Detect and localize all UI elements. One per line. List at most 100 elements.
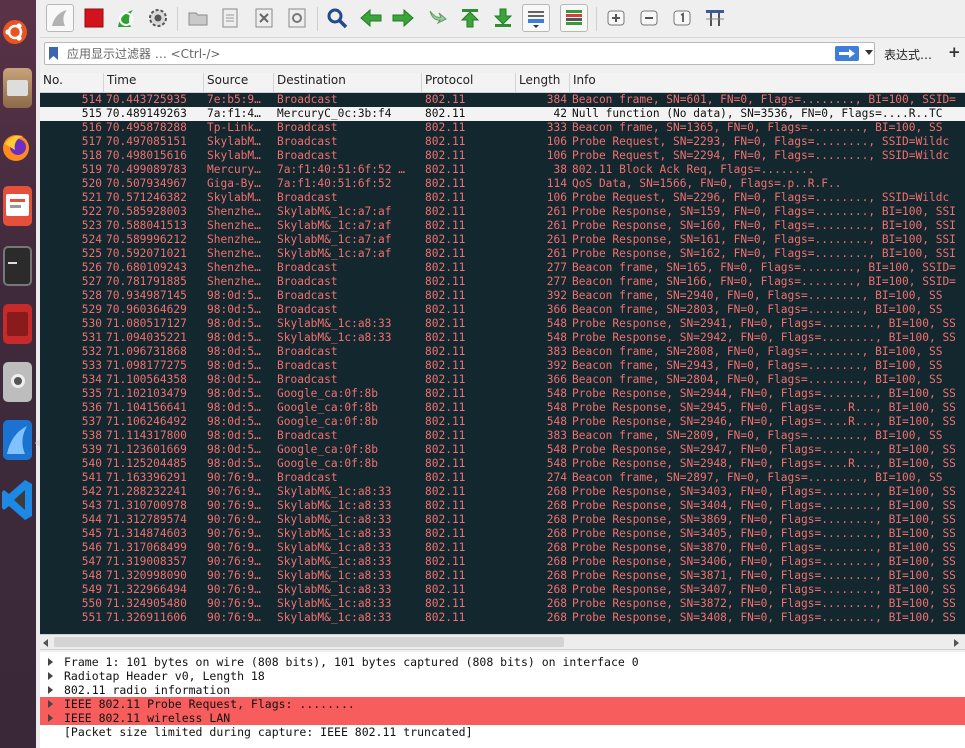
gear-icon[interactable]	[144, 4, 172, 32]
packet-row[interactable]: 523 70.588041513 Shenzhe… SkylabM&_1c:a7:af…	[40, 219, 965, 233]
packet-row[interactable]: 520 70.507934967 Giga-By… 7a:f1:40:51:6f:52…	[40, 177, 965, 191]
go-first-icon[interactable]	[456, 4, 484, 32]
zoom-in-icon[interactable]	[602, 4, 630, 32]
packet-row[interactable]: 546 71.317068499 90:76:9… SkylabM&_1c:a8:33…	[40, 541, 965, 555]
packet-row[interactable]: 547 71.319008357 90:76:9… SkylabM&_1c:a8:33…	[40, 555, 965, 569]
firefox-icon[interactable]	[1, 120, 34, 172]
packet-row[interactable]: 525 70.592071021 Shenzhe… SkylabM&_1c:a7:af…	[40, 247, 965, 261]
folder-open-icon[interactable]	[184, 4, 212, 32]
display-filter-input[interactable]	[67, 43, 827, 64]
cell-source: Shenzhe…	[207, 205, 261, 218]
column-header-source[interactable]: Source	[204, 73, 274, 93]
normal-size-icon[interactable]	[668, 4, 696, 32]
zoom-out-icon[interactable]	[635, 4, 663, 32]
packet-row[interactable]: 533 71.098177275 98:0d:5… Broadcast 802.11 39…	[40, 359, 965, 373]
packet-list[interactable]: No. Time Source Destination Protocol Len…	[40, 73, 965, 634]
expression-button[interactable]: 表达式…	[884, 46, 932, 63]
detail-tree-item[interactable]: Radiotap Header v0, Length 18	[40, 669, 965, 683]
wireshark-icon[interactable]	[1, 414, 34, 466]
packet-row[interactable]: 514 70.443725935 7e:b5:9… Broadcast 802.11 38…	[40, 93, 965, 107]
detail-tree-item[interactable]: 802.11 radio information	[40, 683, 965, 697]
packet-row[interactable]: 522 70.585928003 Shenzhe… SkylabM&_1c:a7:af…	[40, 205, 965, 219]
packet-row[interactable]: 521 70.571246382 SkylabM… Broadcast 802.11 10…	[40, 191, 965, 205]
auto-scroll-icon[interactable]	[522, 4, 550, 32]
packet-row[interactable]: 526 70.680109243 Shenzhe… Broadcast 802.11 27…	[40, 261, 965, 275]
packet-row[interactable]: 516 70.495878288 Tp-Link… Broadcast 802.11 33…	[40, 121, 965, 135]
app-icon[interactable]	[1, 298, 34, 350]
detail-tree-item[interactable]: Frame 1: 101 bytes on wire (808 bits), 1…	[40, 655, 965, 669]
camera-icon[interactable]	[1, 356, 34, 408]
column-header-protocol[interactable]: Protocol	[422, 73, 516, 93]
packet-row[interactable]: 540 71.125204485 98:0d:5… Google_ca:0f:8b 80…	[40, 457, 965, 471]
scroll-right-icon[interactable]	[954, 639, 959, 647]
packet-row[interactable]: 550 71.324905480 90:76:9… SkylabM&_1c:a8:33…	[40, 597, 965, 611]
packet-row[interactable]: 519 70.499089783 Mercury… 7a:f1:40:51:6f:52…	[40, 163, 965, 177]
chevron-down-icon[interactable]	[865, 50, 873, 55]
go-last-icon[interactable]	[489, 4, 517, 32]
packet-row[interactable]: 542 71.288232241 90:76:9… SkylabM&_1c:a8:33…	[40, 485, 965, 499]
packet-row[interactable]: 530 71.080517127 98:0d:5… SkylabM&_1c:a8:33…	[40, 317, 965, 331]
packet-row[interactable]: 534 71.100564358 98:0d:5… Broadcast 802.11 36…	[40, 373, 965, 387]
packet-row[interactable]: 543 71.310700978 90:76:9… SkylabM&_1c:a8:33…	[40, 499, 965, 513]
restart-capture-icon[interactable]	[112, 4, 140, 32]
packet-row[interactable]: 544 71.312789574 90:76:9… SkylabM&_1c:a8:33…	[40, 513, 965, 527]
expand-arrow-icon[interactable]	[48, 672, 53, 680]
packet-row[interactable]: 539 71.123601669 98:0d:5… Google_ca:0f:8b 80…	[40, 443, 965, 457]
detail-tree-item[interactable]: [Packet size limited during capture: IEE…	[40, 725, 965, 739]
detail-tree-item[interactable]: IEEE 802.11 wireless LAN	[40, 711, 965, 725]
presentation-icon[interactable]	[1, 180, 34, 232]
expand-arrow-icon[interactable]	[48, 658, 53, 666]
detail-tree-item[interactable]: IEEE 802.11 Probe Request, Flags: ......…	[40, 697, 965, 711]
column-header-no[interactable]: No.	[40, 73, 104, 93]
column-header-info[interactable]: Info	[570, 73, 965, 93]
packet-row[interactable]: 524 70.589996212 Shenzhe… SkylabM&_1c:a7:af…	[40, 233, 965, 247]
packet-row[interactable]: 529 70.960364629 98:0d:5… Broadcast 802.11 36…	[40, 303, 965, 317]
reload-file-icon[interactable]	[283, 4, 311, 32]
resize-columns-icon[interactable]	[701, 4, 729, 32]
scrollbar-thumb[interactable]	[54, 637, 564, 647]
close-file-icon[interactable]	[250, 4, 278, 32]
packet-row[interactable]: 549 71.322966494 90:76:9… SkylabM&_1c:a8:33…	[40, 583, 965, 597]
expand-arrow-icon[interactable]	[48, 700, 53, 708]
expand-arrow-icon[interactable]	[48, 714, 53, 722]
cell-info: Probe Response, SN=160, FN=0, Flags=....…	[572, 219, 956, 232]
packet-row[interactable]: 536 71.104156641 98:0d:5… Google_ca:0f:8b 80…	[40, 401, 965, 415]
packet-details-pane[interactable]: Frame 1: 101 bytes on wire (808 bits), 1…	[40, 652, 965, 748]
packet-row[interactable]: 537 71.106246492 98:0d:5… Google_ca:0f:8b 80…	[40, 415, 965, 429]
add-filter-button[interactable]: +	[948, 43, 961, 61]
packet-row[interactable]: 517 70.497085151 SkylabM… Broadcast 802.11 10…	[40, 135, 965, 149]
packet-row[interactable]: 538 71.114317800 98:0d:5… Broadcast 802.11 38…	[40, 429, 965, 443]
files-icon[interactable]	[1, 62, 34, 114]
apply-filter-button[interactable]	[835, 46, 859, 61]
ubuntu-dash-icon[interactable]	[1, 2, 34, 54]
packet-row[interactable]: 541 71.163396291 90:76:9… Broadcast 802.11 27…	[40, 471, 965, 485]
cell-time: 70.489149263	[106, 107, 187, 120]
save-file-icon[interactable]	[216, 4, 244, 32]
packet-row[interactable]: 551 71.326911606 90:76:9… SkylabM&_1c:a8:33…	[40, 611, 965, 625]
terminal-icon[interactable]	[1, 240, 34, 292]
packet-row[interactable]: 535 71.102103479 98:0d:5… Google_ca:0f:8b 80…	[40, 387, 965, 401]
vscode-icon[interactable]	[1, 474, 34, 526]
packet-row-selected[interactable]: 515 70.489149263 7a:f1:4… MercuryC_0c:3b:f4…	[40, 107, 965, 121]
bookmark-icon[interactable]	[49, 47, 58, 60]
scroll-left-icon[interactable]	[43, 639, 48, 647]
arrow-right-icon[interactable]	[389, 4, 417, 32]
packet-row[interactable]: 545 71.314874603 90:76:9… SkylabM&_1c:a8:33…	[40, 527, 965, 541]
colorize-icon[interactable]	[560, 4, 588, 32]
packet-row[interactable]: 527 70.781791885 Shenzhe… Broadcast 802.11 27…	[40, 275, 965, 289]
packet-list-hscrollbar[interactable]	[40, 634, 965, 650]
packet-row[interactable]: 528 70.934987145 98:0d:5… Broadcast 802.11 39…	[40, 289, 965, 303]
packet-row[interactable]: 531 71.094035221 98:0d:5… SkylabM&_1c:a8:33…	[40, 331, 965, 345]
column-header-time[interactable]: Time	[104, 73, 204, 93]
search-icon[interactable]	[323, 4, 351, 32]
go-to-packet-icon[interactable]	[423, 4, 451, 32]
packet-row[interactable]: 518 70.498015616 SkylabM… Broadcast 802.11 10…	[40, 149, 965, 163]
column-header-length[interactable]: Length	[516, 73, 570, 93]
shark-fin-start-icon[interactable]	[46, 4, 74, 32]
column-header-destination[interactable]: Destination	[274, 73, 422, 93]
expand-arrow-icon[interactable]	[48, 686, 53, 694]
packet-row[interactable]: 548 71.320998090 90:76:9… SkylabM&_1c:a8:33…	[40, 569, 965, 583]
arrow-left-icon[interactable]	[357, 4, 385, 32]
stop-capture-icon[interactable]	[80, 4, 108, 32]
packet-row[interactable]: 532 71.096731868 98:0d:5… Broadcast 802.11 38…	[40, 345, 965, 359]
